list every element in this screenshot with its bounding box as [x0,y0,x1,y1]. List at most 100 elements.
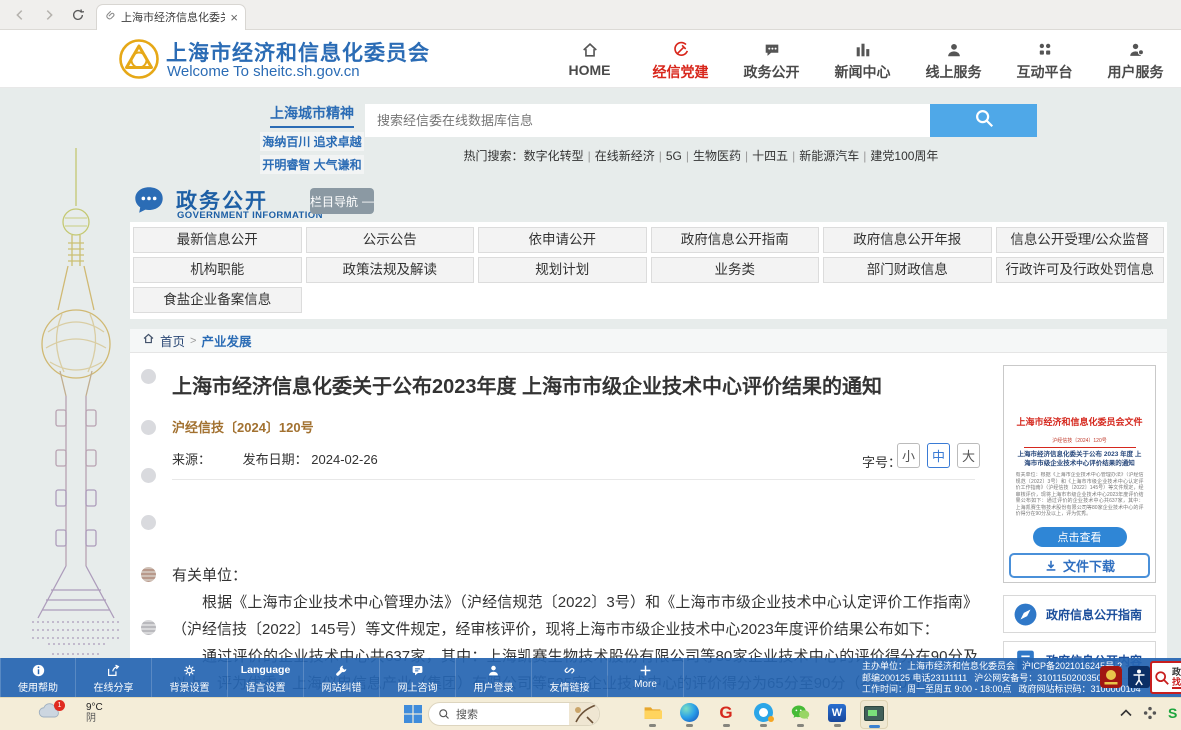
taskbar-app-app-chat[interactable] [749,700,777,729]
decorative-bullet [141,420,156,435]
column-nav-toggle[interactable]: 栏目导航 — [310,188,374,214]
tab-close-icon[interactable]: × [230,11,238,24]
taskbar-app-app-g[interactable]: G [712,700,740,729]
click-to-view-button[interactable]: 点击查看 [1033,527,1127,547]
hot-search-label: 热门搜索： [464,149,524,163]
breadcrumb-current[interactable]: 产业发展 [201,331,251,350]
taskbar-app-wechat[interactable] [786,700,814,729]
font-size-large-button[interactable]: 大 [957,443,980,468]
back-icon[interactable] [12,7,28,23]
gov-grid-cell[interactable]: 依申请公开 [478,227,647,253]
windows-start-button[interactable] [404,705,422,723]
toolbar-网上咨询[interactable]: 网上咨询 [380,658,456,697]
document-preview-card[interactable]: 上海市经济和信息化委员会文件 沪经信技〔2024〕120号 上海市经济信息化委关… [1003,365,1156,583]
preview-doc-body: 有关单位：根据《上海市企业技术中心管理办法》（沪经信规范〔2022〕3号）和《上… [1016,472,1144,522]
top-nav-经信党建[interactable]: 经信党建 [635,30,726,87]
gov-grid-cell[interactable]: 信息公开受理/公众监督 [996,227,1165,253]
hot-keyword[interactable]: 新能源汽车 [799,149,859,163]
bubble-icon [726,41,817,59]
gov-bubble-icon [132,184,166,218]
refresh-icon[interactable] [70,7,86,23]
compass-icon [1013,602,1038,627]
search-input[interactable] [365,104,930,137]
gov-grid-cell[interactable]: 食盐企业备案信息 [133,287,302,313]
taskbar: 1 9°C 阴 搜索 G W S [0,697,1181,730]
link-icon [563,663,576,677]
top-nav-政务公开[interactable]: 政务公开 [726,30,817,87]
hot-keyword[interactable]: 建党100周年 [870,149,938,163]
city-spirit-line: 海纳百川 追求卓越 [260,132,364,151]
toolbar-友情链接[interactable]: 友情链接 [532,658,608,697]
toolbar-背景设置[interactable]: 背景设置 [152,658,228,697]
gov-grid-cell[interactable]: 政府信息公开指南 [651,227,820,253]
gov-grid-cell[interactable]: 行政许可及行政处罚信息 [996,257,1165,283]
search-button[interactable] [930,104,1037,137]
toolbar-使用帮助[interactable]: 使用帮助 [0,658,76,697]
taskbar-search[interactable]: 搜索 [428,702,600,726]
hot-keyword[interactable]: 十四五 [752,149,788,163]
toolbar-More[interactable]: More [608,658,684,697]
gov-grid-cell[interactable]: 公示公告 [306,227,475,253]
taskbar-app-file-explorer[interactable] [638,700,666,729]
gov-site-error-report-badge[interactable]: 政府 找 [1150,661,1181,694]
breadcrumb-home[interactable]: 首页 [160,331,185,350]
gov-grid-cell[interactable]: 最新信息公开 [133,227,302,253]
toolbar-网站纠错[interactable]: 网站纠错 [304,658,380,697]
hot-keyword[interactable]: 在线新经济 [595,149,655,163]
gov-info-guide-link[interactable]: 政府信息公开指南 [1003,595,1156,633]
date-label: 发布日期： [243,452,308,467]
city-spirit-line: 开明睿智 大气谦和 [260,155,364,174]
top-nav-用户服务[interactable]: 用户服务 [1090,30,1181,87]
tray-input-method-icon[interactable]: S [1168,706,1177,720]
decorative-bullet [141,620,156,635]
decorative-bullet [141,515,156,530]
download-icon [1044,559,1058,573]
chat-icon [411,663,424,677]
top-nav-互动平台[interactable]: 互动平台 [999,30,1090,87]
gov-grid-cell[interactable]: 规划计划 [478,257,647,283]
gov-grid-cell[interactable]: 政策法规及解读 [306,257,475,283]
gov-grid-cell[interactable]: 部门财政信息 [823,257,992,283]
taskbar-app-edge[interactable] [675,700,703,729]
file-download-button[interactable]: 文件下载 [1009,553,1150,578]
gov-emblem-icon[interactable] [1100,666,1122,693]
keyword-separator: | [863,149,866,163]
info-icon [32,663,45,677]
hot-keyword[interactable]: 5G [666,149,682,163]
accessibility-icon[interactable] [1128,666,1150,693]
toolbar-语言设置[interactable]: Language语言设置 [228,658,304,697]
taskbar-app-word[interactable]: W [823,700,851,729]
toolbar-item-label: More [634,679,657,690]
site-logo[interactable] [119,39,159,79]
search-box [365,104,930,137]
user-icon [487,663,500,677]
top-nav-HOME[interactable]: HOME [544,30,635,87]
source-label: 来源： [172,452,211,467]
footer-info-line: 工作时间：周一至周五 9:00 - 18:00点政府网站标识码：31000001… [862,684,1100,696]
toolbar-item-label: 网上咨询 [398,679,438,694]
gov-grid-cell[interactable]: 业务类 [651,257,820,283]
font-size-medium-button[interactable]: 中 [927,443,950,468]
meta-divider [172,479,975,480]
top-nav-线上服务[interactable]: 线上服务 [908,30,999,87]
notification-badge: 1 [54,700,65,711]
top-nav-新闻中心[interactable]: 新闻中心 [817,30,908,87]
gov-section-subtitle: GOVERNMENT INFORMATION [177,210,323,221]
taskbar-app-screen-share[interactable] [860,700,888,729]
toolbar-在线分享[interactable]: 在线分享 [76,658,152,697]
weather-widget[interactable]: 1 9°C 阴 [36,702,103,724]
browser-tab[interactable]: 上海市经济信息化委关于公布 × [96,4,246,30]
decorative-bullet [141,468,156,483]
hot-keyword[interactable]: 数字化转型 [524,149,584,163]
gov-grid-cell[interactable]: 机构职能 [133,257,302,283]
decorative-bullet [141,369,156,384]
font-size-small-button[interactable]: 小 [897,443,920,468]
hot-keyword[interactable]: 生物医药 [693,149,741,163]
publish-date: 2024-02-26 [311,452,378,467]
wrench-icon [335,663,348,677]
forward-icon[interactable] [41,7,57,23]
toolbar-用户登录[interactable]: 用户登录 [456,658,532,697]
gov-grid-cell[interactable]: 政府信息公开年报 [823,227,992,253]
tray-settings-icon[interactable] [1143,706,1157,720]
tray-chevron-up-icon[interactable] [1120,709,1132,717]
